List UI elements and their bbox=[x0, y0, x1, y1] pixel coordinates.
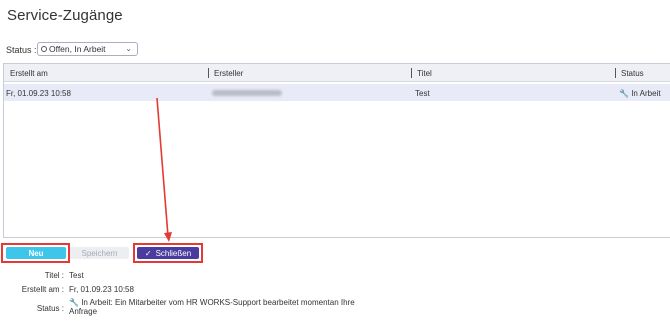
detail-status-label: Status : bbox=[36, 304, 64, 313]
detail-status-value: 🔧 In Arbeit: Ein Mitarbeiter vom HR WORK… bbox=[69, 298, 355, 316]
detail-created-label: Erstellt am : bbox=[21, 285, 64, 294]
annotation-arrow bbox=[156, 97, 172, 242]
detail-title-value: Test bbox=[69, 271, 84, 280]
wrench-icon: 🔧 bbox=[69, 298, 79, 307]
detail-title-label: Titel : bbox=[44, 271, 64, 280]
detail-created-value: Fr, 01.09.23 10:58 bbox=[69, 285, 134, 294]
